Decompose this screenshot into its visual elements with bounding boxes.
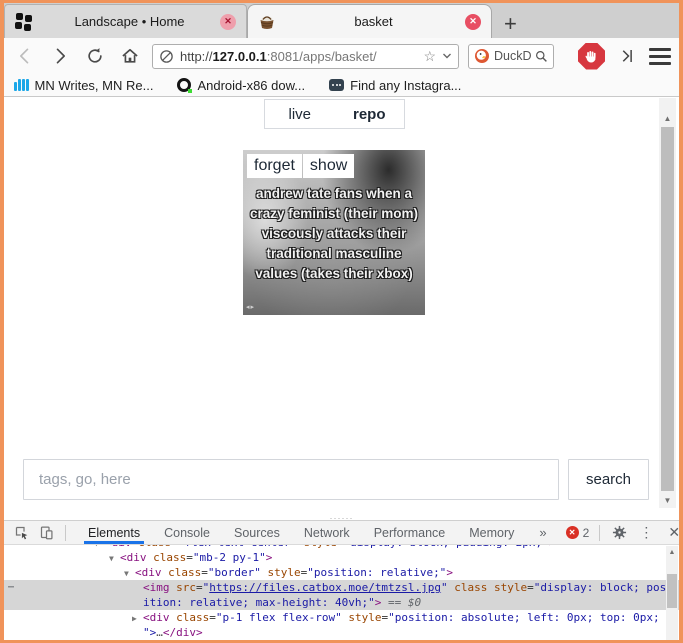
bookmarks-bar: MN Writes, MN Re... Android-x86 dow... F… [4, 74, 679, 97]
devtools-tab-memory[interactable]: Memory [457, 521, 526, 544]
speech-bubble-favicon [329, 79, 344, 91]
error-count: 2 [583, 526, 590, 540]
ring-favicon [177, 78, 191, 92]
meme-text-line: traditional masculine [243, 244, 425, 264]
devtools-tabs: ElementsConsoleSourcesNetworkPerformance… [76, 521, 526, 544]
new-tab-button[interactable]: + [504, 14, 517, 34]
site-info-globe-icon[interactable] [159, 49, 174, 64]
show-button[interactable]: show [303, 154, 354, 178]
blue-bars-favicon [14, 79, 29, 91]
bookmark-android-x86[interactable]: Android-x86 dow... [177, 78, 305, 93]
forget-button[interactable]: forget [247, 154, 302, 178]
devtools-tab-network[interactable]: Network [292, 521, 362, 544]
devtools-toolbar: ElementsConsoleSourcesNetworkPerformance… [4, 520, 679, 545]
devtools-tab-console[interactable]: Console [152, 521, 222, 544]
more-tabs-icon[interactable]: » [533, 525, 552, 540]
tab-repo[interactable]: repo [335, 100, 405, 128]
row-overflow-gutter[interactable]: ⋯ [8, 580, 14, 595]
url-dropdown-chevron-icon[interactable] [442, 52, 452, 60]
search-magnifier-icon[interactable] [535, 50, 548, 63]
tree-row[interactable]: ▼<div class="mb-2 py-1"> [4, 550, 679, 565]
forward-button[interactable] [47, 43, 73, 69]
devtools-splitter[interactable]: ······ [4, 508, 679, 520]
devtools-scrollbar[interactable]: ▲ [666, 546, 678, 640]
duckduckgo-icon [474, 48, 490, 64]
home-button[interactable] [117, 43, 143, 69]
bookmark-find-instagram[interactable]: Find any Instagra... [329, 78, 461, 93]
tab-live[interactable]: live [265, 100, 335, 128]
url-path: :8081/apps/basket/ [267, 49, 377, 64]
live-repo-switcher: live repo [264, 99, 405, 129]
tree-row[interactable]: ▼<div class="border" style="position: re… [4, 565, 679, 580]
device-toolbar-icon[interactable] [37, 524, 55, 542]
meme-text-line: viscously attacks their [243, 224, 425, 244]
adblock-stop-hand-icon[interactable] [578, 43, 605, 70]
browser-tab-landscape-home[interactable]: Landscape • Home ✕ [4, 4, 247, 38]
navigation-toolbar: http://127.0.0.1:8081/apps/basket/ ☆ Duc… [4, 38, 679, 74]
bookmark-label: Android-x86 dow... [197, 78, 305, 93]
main-menu-icon[interactable] [649, 48, 671, 65]
devtools-menu-icon[interactable]: ⋮ [635, 524, 657, 541]
bookmark-mn-writes[interactable]: MN Writes, MN Re... [14, 78, 153, 93]
meme-text: andrew tate fans when acrazy feminist (t… [243, 184, 425, 284]
app-grid-icon [15, 13, 33, 31]
tab-title: basket [282, 14, 465, 29]
page-scrollbar[interactable]: ▲ ▼ [659, 98, 676, 508]
tree-row[interactable]: <img src="https://files.catbox.moe/tmtzs… [4, 580, 679, 595]
devtools-tab-elements[interactable]: Elements [76, 521, 152, 544]
scroll-up-icon[interactable]: ▲ [659, 114, 676, 123]
search-button[interactable]: search [568, 459, 649, 500]
elements-tree: ▼<div class="flex text-center" style="di… [4, 545, 679, 639]
url-scheme: http:// [180, 49, 213, 64]
scroll-down-icon[interactable]: ▼ [659, 496, 676, 505]
page-viewport: live repo forget show andrew tate fans w… [4, 98, 679, 508]
browser-tab-bar: Landscape • Home ✕ basket ✕ + [4, 3, 679, 38]
devtools-tab-performance[interactable]: Performance [362, 521, 458, 544]
tree-row[interactable]: ">…</div> [4, 625, 679, 639]
basket-icon [258, 13, 276, 31]
tree-row[interactable]: ▶<div class="p-1 flex flex-row" style="p… [4, 610, 679, 625]
devtools-close-icon[interactable]: ✕ [664, 524, 683, 541]
devtools-scrollbar-thumb[interactable] [667, 574, 677, 608]
image-artifact: ◂▸ [246, 303, 255, 311]
toolbar-divider [65, 525, 66, 541]
meme-text-line: values (takes their xbox) [243, 264, 425, 284]
reload-button[interactable] [82, 43, 108, 69]
devtools-settings-gear-icon[interactable] [610, 524, 628, 542]
meme-text-line: crazy feminist (their mom) [243, 204, 425, 224]
search-engine-label: DuckDu... [494, 49, 531, 63]
meme-text-line: andrew tate fans when a [243, 184, 425, 204]
scroll-up-icon[interactable]: ▲ [666, 549, 678, 556]
tab-close-button[interactable]: ✕ [220, 14, 236, 30]
back-button[interactable] [12, 43, 38, 69]
tab-title: Landscape • Home [39, 14, 220, 29]
url-text: http://127.0.0.1:8081/apps/basket/ [180, 49, 417, 64]
page-scrollbar-thumb[interactable] [661, 127, 674, 491]
url-bar[interactable]: http://127.0.0.1:8081/apps/basket/ ☆ [152, 44, 459, 69]
inspect-element-icon[interactable] [12, 524, 30, 542]
error-icon: ✕ [566, 526, 579, 539]
sidebar-toggle-icon[interactable] [614, 43, 640, 69]
url-host: 127.0.0.1 [213, 49, 267, 64]
browser-tab-basket[interactable]: basket ✕ [247, 4, 492, 38]
tab-close-button[interactable]: ✕ [465, 14, 481, 30]
error-counter[interactable]: ✕ 2 [566, 526, 590, 540]
bookmark-star-icon[interactable]: ☆ [423, 49, 436, 63]
devtools-panel: ElementsConsoleSourcesNetworkPerformance… [4, 520, 679, 640]
tree-row[interactable]: ition: relative; max-height: 40vh;"> == … [4, 595, 679, 610]
bookmark-label: Find any Instagra... [350, 78, 461, 93]
devtools-tab-sources[interactable]: Sources [222, 521, 292, 544]
web-search-field[interactable]: DuckDu... [468, 44, 554, 69]
toolbar-divider [599, 525, 600, 541]
tags-search-input[interactable] [23, 459, 559, 500]
meme-image: forget show andrew tate fans when acrazy… [243, 150, 425, 315]
image-overlay-buttons: forget show [247, 154, 354, 178]
bookmark-label: MN Writes, MN Re... [35, 78, 154, 93]
